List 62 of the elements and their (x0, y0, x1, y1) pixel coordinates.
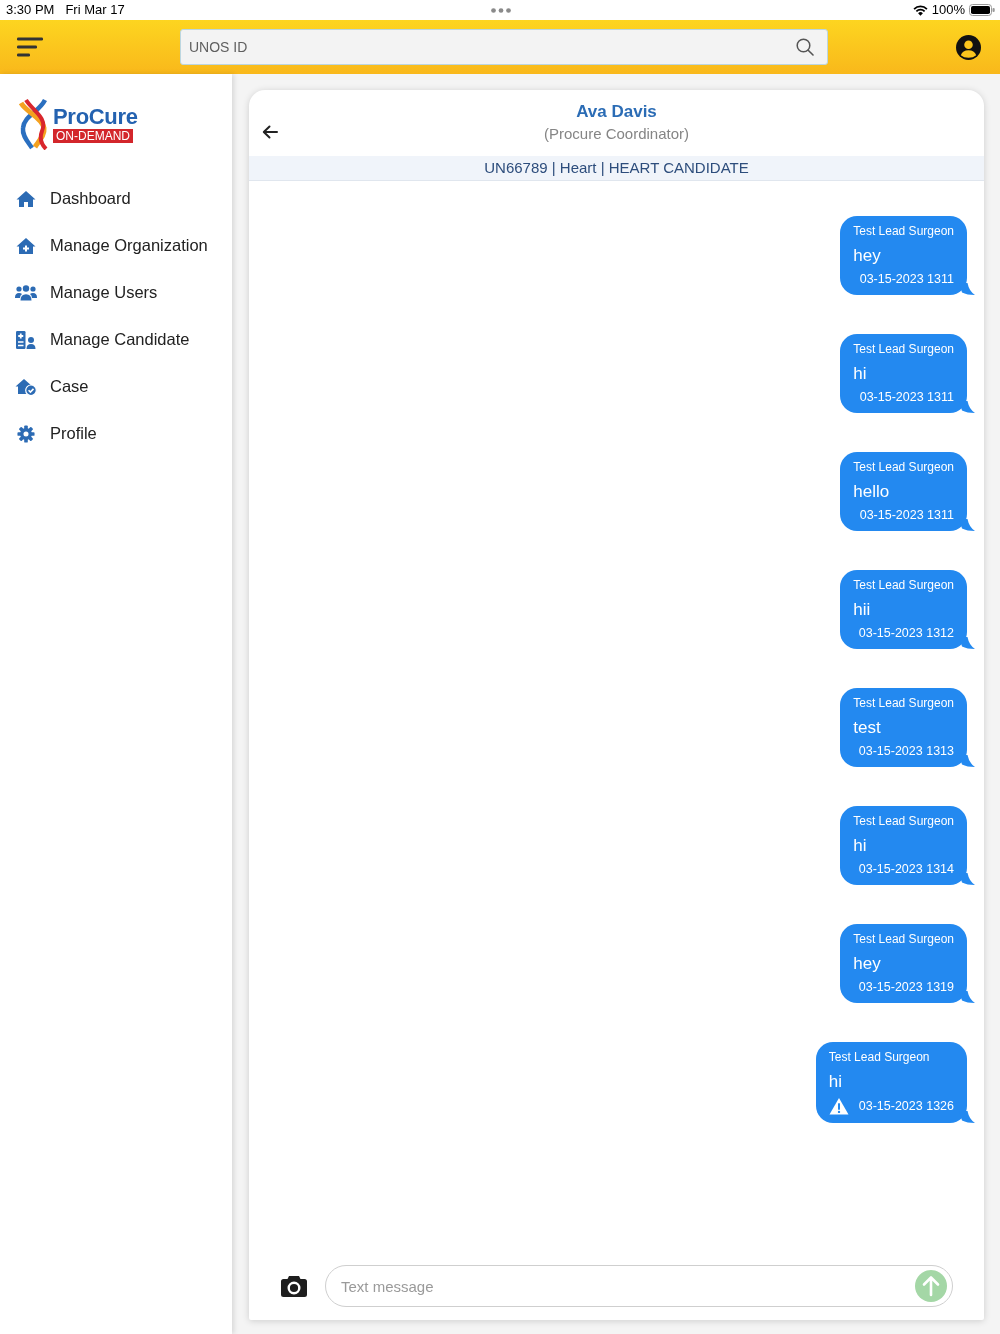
search-icon[interactable] (796, 38, 814, 56)
case-info-text: UN66789 | Heart | HEART CANDIDATE (484, 158, 749, 178)
message-text: hello (853, 481, 891, 503)
nav-item[interactable]: Manage Users (0, 269, 162, 316)
id-card-person-icon (16, 330, 36, 349)
message-time: 03-15-2023 1311 (859, 507, 954, 523)
users-icon (15, 284, 37, 301)
message-text: hi (853, 363, 868, 385)
house-check-icon (15, 377, 37, 396)
message-text: test (853, 717, 882, 739)
message-time: 03-15-2023 1313 (858, 743, 954, 759)
gear-icon (17, 424, 35, 443)
message-time: 03-15-2023 1311 (859, 389, 954, 405)
message-time: 03-15-2023 1319 (858, 979, 954, 995)
multitasking-dots-icon (490, 7, 511, 13)
wifi-icon (912, 4, 928, 16)
battery-percentage: 100% (931, 2, 965, 18)
speech-tail-icon (959, 1111, 975, 1123)
search-field[interactable]: UNOS ID (180, 29, 828, 65)
message-text: hii (853, 599, 872, 621)
home-icon (16, 189, 36, 208)
nav-item[interactable]: Case (0, 363, 93, 410)
camera-icon[interactable] (281, 1275, 307, 1297)
message-time: 03-15-2023 1312 (858, 625, 954, 641)
house-plus-icon (16, 236, 36, 255)
account-icon[interactable] (956, 34, 981, 60)
speech-tail-icon (959, 873, 975, 885)
logo-tagline: ON-DEMAND (53, 129, 133, 143)
contact-name: Ava Davis (576, 101, 657, 123)
message-time: 03-15-2023 1314 (858, 861, 954, 877)
message-text: hi (828, 1071, 843, 1093)
sender-name: Test Lead Surgeon (853, 813, 954, 829)
message-text: hey (853, 245, 882, 267)
speech-tail-icon (959, 991, 975, 1003)
speech-tail-icon (959, 637, 975, 649)
message-text: hi (853, 835, 868, 857)
speech-tail-icon (959, 755, 975, 767)
sender-name: Test Lead Surgeon (853, 459, 954, 475)
speech-tail-icon (959, 401, 975, 413)
menu-icon[interactable] (17, 37, 43, 57)
sender-name: Test Lead Surgeon (828, 1049, 931, 1065)
nav-item[interactable]: Profile (0, 410, 101, 457)
message-time: 03-15-2023 1326 (858, 1098, 954, 1114)
message-input-field[interactable]: Text message (325, 1265, 953, 1307)
sender-name: Test Lead Surgeon (853, 341, 954, 357)
status-date: Fri Mar 17 (65, 2, 125, 18)
message-time: 03-15-2023 1311 (859, 271, 954, 287)
speech-tail-icon (959, 519, 975, 531)
back-arrow-icon[interactable] (262, 125, 278, 139)
sender-name: Test Lead Surgeon (853, 695, 954, 711)
sender-name: Test Lead Surgeon (853, 931, 954, 947)
speech-tail-icon (959, 283, 975, 295)
nav-item[interactable]: Dashboard (0, 175, 135, 222)
nav-item[interactable]: Manage Organization (0, 222, 212, 269)
logo-wordmark: ProCure (53, 105, 138, 128)
contact-role: (Procure Coordinator) (543, 124, 690, 144)
message-text: hey (853, 953, 882, 975)
status-time: 3:30 PM (6, 2, 55, 18)
sender-name: Test Lead Surgeon (853, 223, 954, 239)
sender-name: Test Lead Surgeon (853, 577, 954, 593)
nav-item[interactable]: Manage Candidate (0, 316, 194, 363)
battery-icon (969, 4, 995, 16)
